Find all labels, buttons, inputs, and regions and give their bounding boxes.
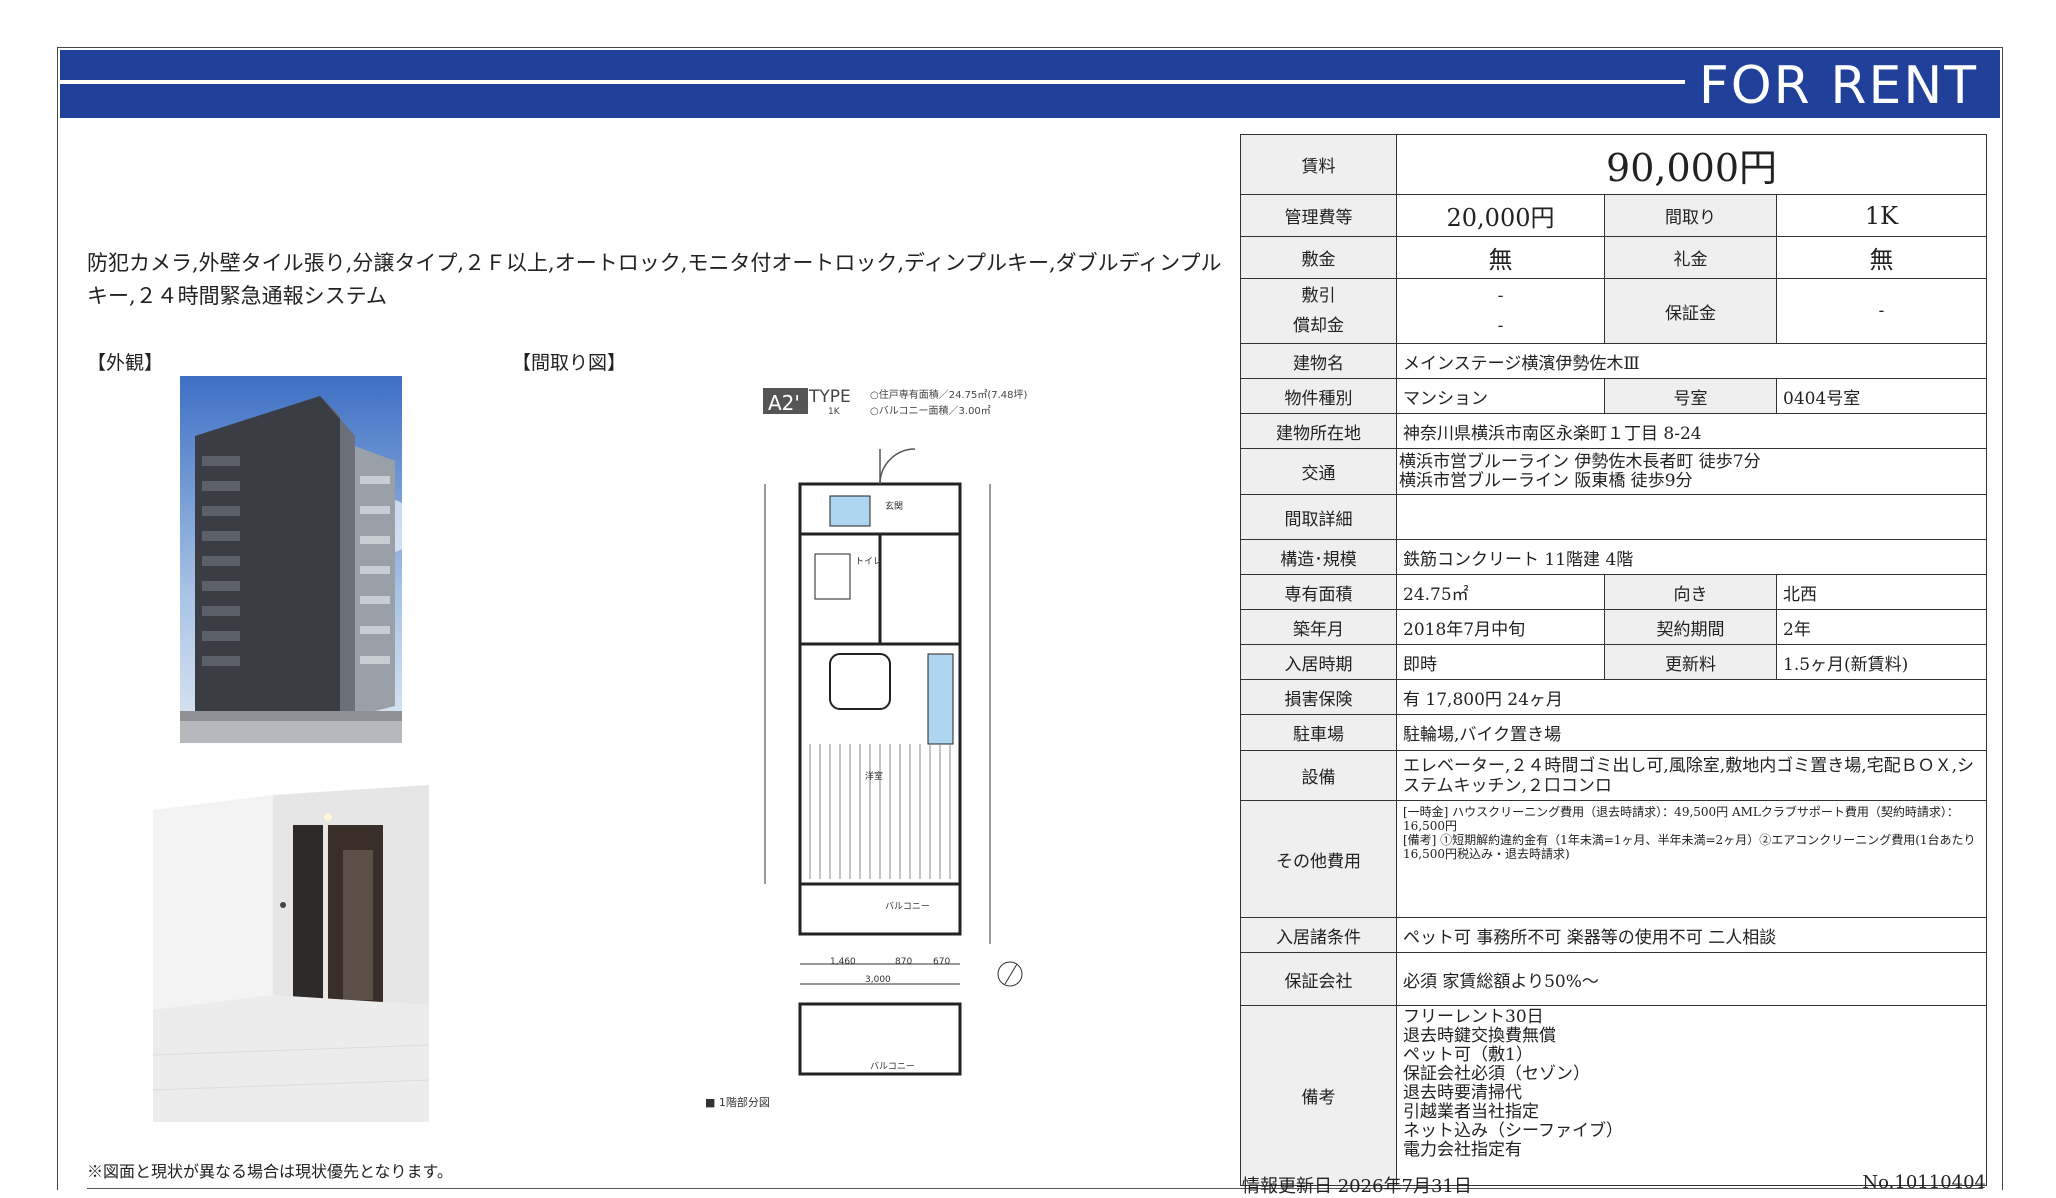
- structure-label: 構造･規模: [1240, 539, 1397, 575]
- exterior-label: 【外観】: [87, 352, 164, 374]
- movein-value: 即時: [1396, 644, 1605, 680]
- gcompany-label: 保証会社: [1240, 952, 1397, 1006]
- keymoney-label: 礼金: [1604, 236, 1777, 279]
- remarks-label: 備考: [1240, 1005, 1397, 1186]
- rent-label: 賃料: [1240, 134, 1397, 195]
- header-banner: FOR RENT: [60, 50, 2000, 118]
- conditions-label: 入居諸条件: [1240, 917, 1397, 953]
- renewal-value: 1.5ヶ月(新賃料): [1775, 644, 1988, 680]
- transport-label: 交通: [1240, 448, 1397, 495]
- shikibiki-value-cell: - -: [1396, 278, 1605, 344]
- room-value: 0404号室: [1775, 378, 1988, 414]
- building-label: 建物名: [1240, 343, 1397, 379]
- svg-text:洋室: 洋室: [865, 770, 883, 782]
- svg-text:670: 670: [933, 957, 950, 967]
- remarks-value-cell: フリーレント30日 退去時鍵交換費無償 ペット可（敷1） 保証会社必須（セゾン）…: [1395, 1005, 1988, 1186]
- layout-detail-value: [1395, 494, 1988, 540]
- address-label: 建物所在地: [1240, 413, 1397, 449]
- shokyaku-label: 償却金: [1293, 316, 1344, 336]
- remarks-line: ペット可（敷1）: [1403, 1045, 1533, 1065]
- remarks-line: 保証会社必須（セゾン）: [1403, 1064, 1590, 1084]
- contract-label: 契約期間: [1604, 609, 1777, 645]
- shikibiki-value: -: [1497, 286, 1504, 306]
- update-date: 情報更新日 2026年7月31日: [1242, 1176, 1472, 1197]
- interior-photo: [153, 755, 429, 1122]
- transport-line-1: 横浜市営ブルーライン 伊勢佐木長者町 徒歩7分: [1399, 451, 1761, 472]
- other-line-1: [一時金] ハウスクリーニング費用（退去時請求）：49,500円 AMLクラブサ…: [1403, 805, 1959, 833]
- exterior-photo: [180, 376, 402, 743]
- shikibiki-label-cell: 敷引 償却金: [1240, 278, 1397, 344]
- layout-value: 1K: [1775, 194, 1988, 237]
- floorplan-label: 【間取り図】: [512, 352, 627, 374]
- transport-line-2: 横浜市営ブルーライン 阪東橋 徒歩9分: [1399, 470, 1693, 491]
- ptype-label: 物件種別: [1240, 378, 1397, 414]
- features-text: 防犯カメラ,外壁タイル張り,分譲タイプ,２Ｆ以上,オートロック,モニタ付オートロ…: [87, 251, 1222, 308]
- equipment-label: 設備: [1240, 750, 1397, 801]
- renewal-label: 更新料: [1604, 644, 1777, 680]
- contract-value: 2年: [1775, 609, 1988, 645]
- remarks-line: 引越業者当社指定: [1403, 1102, 1539, 1122]
- area-label: 専有面積: [1240, 574, 1397, 610]
- movein-label: 入居時期: [1240, 644, 1397, 680]
- other-label: その他費用: [1240, 800, 1397, 918]
- remarks-line: フリーレント30日: [1403, 1007, 1544, 1027]
- disclaimer-note: ※図面と現状が異なる場合は現状優先となります。: [87, 1162, 453, 1181]
- parking-label: 駐車場: [1240, 714, 1397, 751]
- deposit-label: 敷金: [1240, 236, 1397, 279]
- svg-text:バルコニー: バルコニー: [885, 901, 930, 912]
- floorplan-balcony-note: ○バルコニー面積／3.00㎡: [870, 404, 991, 417]
- keymoney-value: 無: [1775, 236, 1988, 279]
- svg-text:3,000: 3,000: [865, 975, 891, 985]
- area-value: 24.75㎡: [1396, 574, 1605, 610]
- floorplan-floor-note: ■ 1階部分図: [705, 1095, 770, 1109]
- other-line-2: [備考] ①短期解約違約金有（1年未満=1ヶ月、半年未満=2ヶ月）②エアコンクリ…: [1403, 833, 1976, 861]
- floorplan-type-sub: 1K: [828, 407, 841, 417]
- equipment-value: エレベーター,２４時間ゴミ出し可,風除室,敷地内ゴミ置き場,宅配ＢＯＸ,システム…: [1395, 750, 1988, 801]
- built-value: 2018年7月中旬: [1396, 609, 1605, 645]
- svg-text:バルコニー: バルコニー: [870, 1061, 915, 1072]
- svg-text:870: 870: [895, 957, 912, 967]
- svg-text:1,460: 1,460: [830, 957, 856, 967]
- property-table: 賃料 90,000円 管理費等 20,000円 間取り 1K 敷金 無 礼金 無…: [1240, 134, 1988, 1186]
- rent-value: 90,000円: [1395, 134, 1988, 195]
- svg-text:トイレ: トイレ: [855, 557, 882, 567]
- remarks-line: 退去時鍵交換費無償: [1403, 1026, 1556, 1046]
- floorplan-image: A2' TYPE 1K ○住戸専有面積／24.75㎡(7.48坪) ○バルコニー…: [695, 384, 1040, 1116]
- remarks-line: 退去時要清掃代: [1403, 1083, 1522, 1103]
- floorplan-type-code: A2': [768, 391, 800, 415]
- shokyaku-value: -: [1497, 316, 1504, 336]
- svg-text:玄関: 玄関: [885, 500, 903, 512]
- other-value-cell: [一時金] ハウスクリーニング費用（退去時請求）：49,500円 AMLクラブサ…: [1395, 800, 1988, 918]
- parking-value: 駐輪場,バイク置き場: [1395, 714, 1988, 751]
- banner-title: FOR RENT: [1698, 56, 1978, 116]
- deposit-value: 無: [1396, 236, 1605, 279]
- mgmt-label: 管理費等: [1240, 194, 1397, 237]
- layout-label: 間取り: [1604, 194, 1777, 237]
- mgmt-value: 20,000円: [1396, 194, 1605, 237]
- layout-detail-label: 間取詳細: [1240, 494, 1397, 540]
- insurance-label: 損害保険: [1240, 679, 1397, 715]
- transport-value-cell: 横浜市営ブルーライン 伊勢佐木長者町 徒歩7分 横浜市営ブルーライン 阪東橋 徒…: [1395, 448, 1988, 495]
- conditions-value: ペット可 事務所不可 楽器等の使用不可 二人相談: [1395, 917, 1988, 953]
- banner-stripe: [60, 80, 1685, 84]
- guarantee-value: -: [1775, 278, 1988, 344]
- bottom-rule: [87, 1188, 1983, 1189]
- remarks-line: ネット込み（シーファイブ）: [1403, 1121, 1623, 1141]
- shikibiki-label: 敷引: [1301, 286, 1336, 306]
- guarantee-label: 保証金: [1604, 278, 1777, 344]
- direction-label: 向き: [1604, 574, 1777, 610]
- building-value: メインステージ横濱伊勢佐木Ⅲ: [1395, 343, 1988, 379]
- floorplan-area-note: ○住戸専有面積／24.75㎡(7.48坪): [870, 388, 1028, 401]
- ptype-value: マンション: [1396, 378, 1605, 414]
- insurance-value: 有 17,800円 24ヶ月: [1395, 679, 1988, 715]
- structure-value: 鉄筋コンクリート 11階建 4階: [1395, 539, 1988, 575]
- floorplan-type-label: TYPE: [808, 387, 851, 407]
- built-label: 築年月: [1240, 609, 1397, 645]
- room-label: 号室: [1604, 378, 1777, 414]
- direction-value: 北西: [1775, 574, 1988, 610]
- gcompany-value: 必須 家賃総額より50%～: [1395, 952, 1988, 1006]
- remarks-line: 電力会社指定有: [1403, 1140, 1522, 1160]
- address-value: 神奈川県横浜市南区永楽町１丁目 8-24: [1395, 413, 1988, 449]
